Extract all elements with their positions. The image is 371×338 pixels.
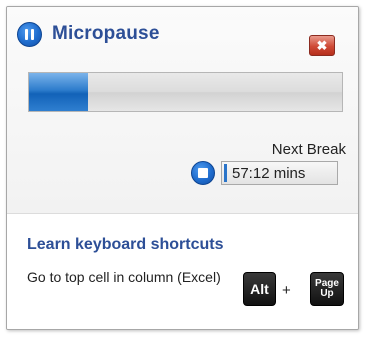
next-break-time-field: 57:12 mins — [221, 161, 338, 185]
title-row: Micropause — [17, 21, 160, 47]
next-break-row: 57:12 mins — [191, 161, 338, 185]
close-icon: ✖ — [316, 37, 328, 53]
key-plus-separator: + — [282, 282, 291, 299]
time-indicator-bar — [224, 164, 227, 182]
stop-icon[interactable] — [191, 161, 215, 185]
micropause-window: Micropause ✖ Next Break 57:12 mins Learn… — [6, 6, 359, 330]
window-title: Micropause — [52, 23, 160, 44]
alt-key: Alt — [243, 272, 276, 306]
close-button[interactable]: ✖ — [309, 35, 335, 56]
shortcut-description: Go to top cell in column (Excel) — [27, 269, 221, 285]
pause-icon[interactable] — [17, 21, 42, 47]
page-up-key: Page Up — [310, 272, 344, 306]
next-break-time: 57:12 mins — [232, 164, 306, 182]
learn-shortcuts-link[interactable]: Learn keyboard shortcuts — [27, 236, 224, 254]
next-break-label: Next Break — [271, 141, 346, 158]
progress-fill — [29, 73, 89, 111]
break-progress-bar — [28, 72, 343, 112]
